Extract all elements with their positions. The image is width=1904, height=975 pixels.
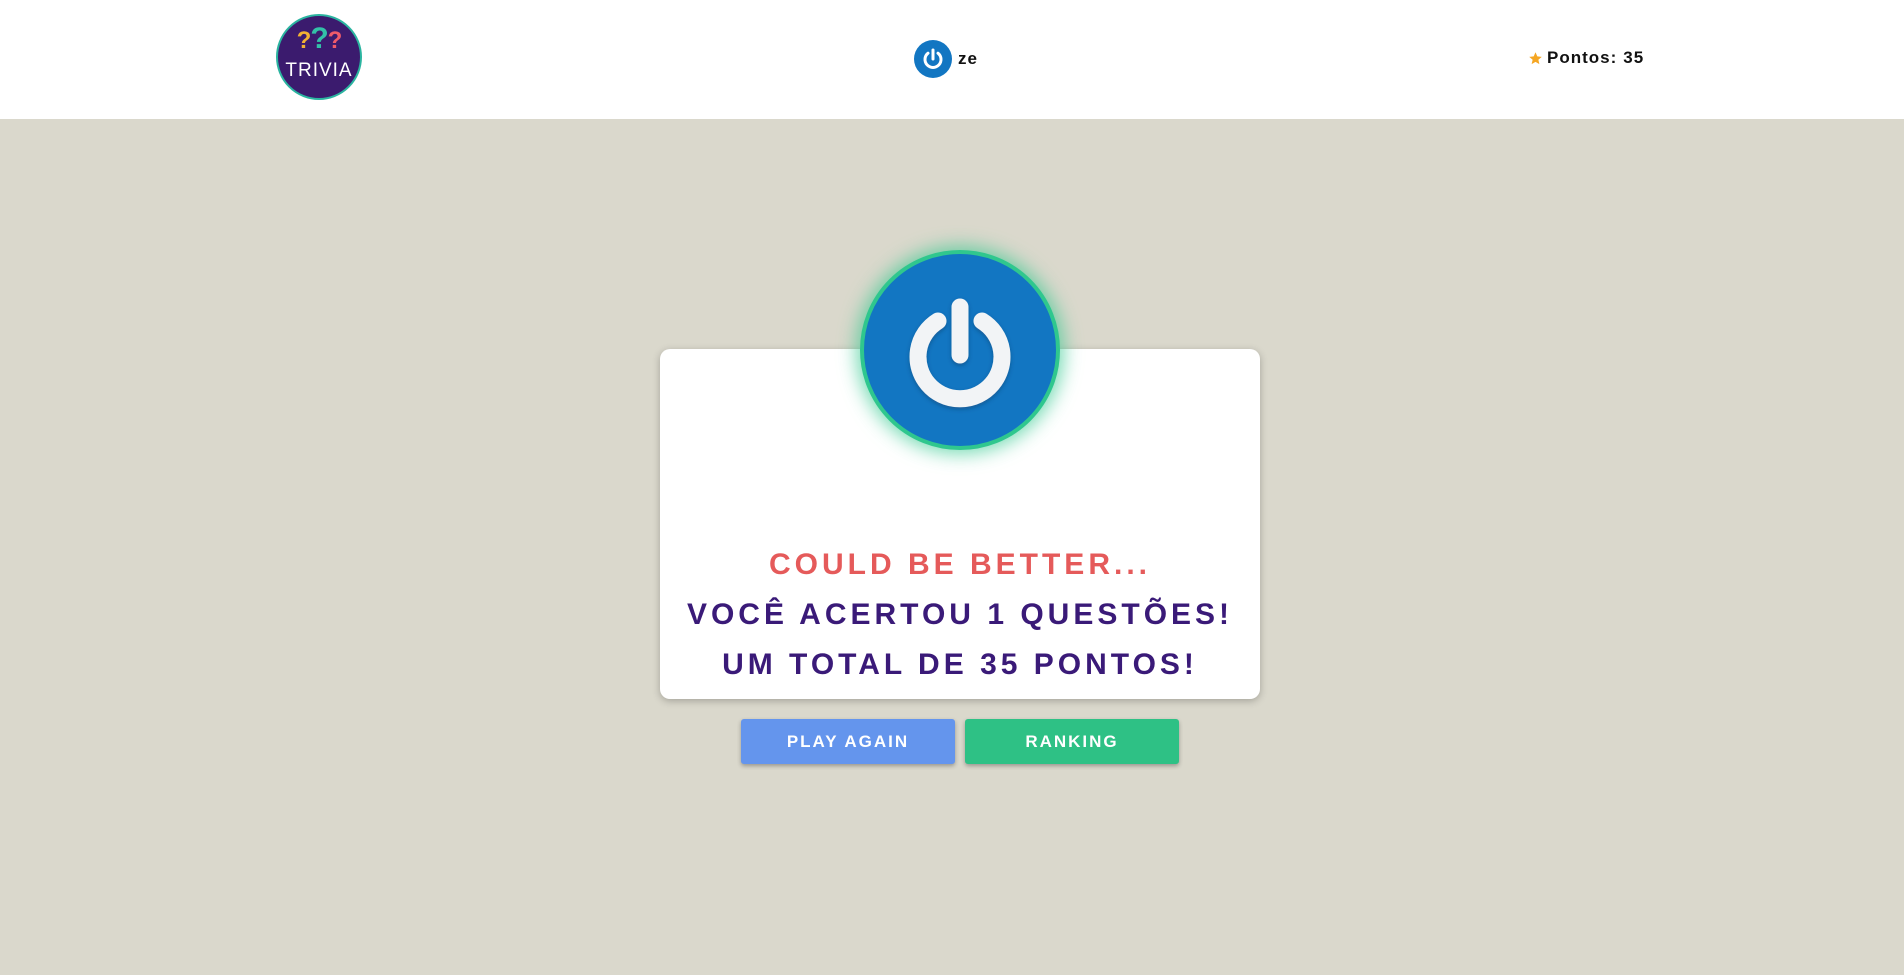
score-value: 35 (1623, 48, 1645, 67)
play-again-button[interactable]: PLAY AGAIN (741, 719, 955, 764)
logo-text: TRIVIA (285, 60, 353, 81)
total-score-text: UM TOTAL DE 35 PONTOS! (722, 648, 1198, 681)
star-icon (1529, 51, 1542, 64)
question-marks-icon: ??? (296, 22, 343, 55)
trivia-logo: ??? TRIVIA (276, 14, 362, 100)
player-name: ze (958, 49, 978, 68)
power-icon (923, 48, 943, 69)
player-avatar-large (860, 250, 1060, 450)
assertions-count: 1 (987, 598, 1008, 631)
player-avatar (914, 40, 952, 78)
feedback-message: COULD BE BETTER... (768, 548, 1151, 581)
score-display: Pontos: 35 (1528, 48, 1644, 68)
header: ??? TRIVIA ze Pontos: 35 (0, 0, 1904, 119)
player-info: ze (914, 40, 978, 78)
score-label: Pontos: (1547, 48, 1618, 67)
power-icon (909, 298, 1011, 408)
total-score-value: 35 (980, 648, 1022, 681)
assertions-text: VOCÊ ACERTOU 1 QUESTÕES! (686, 598, 1234, 631)
ranking-button[interactable]: RANKING (965, 719, 1179, 764)
